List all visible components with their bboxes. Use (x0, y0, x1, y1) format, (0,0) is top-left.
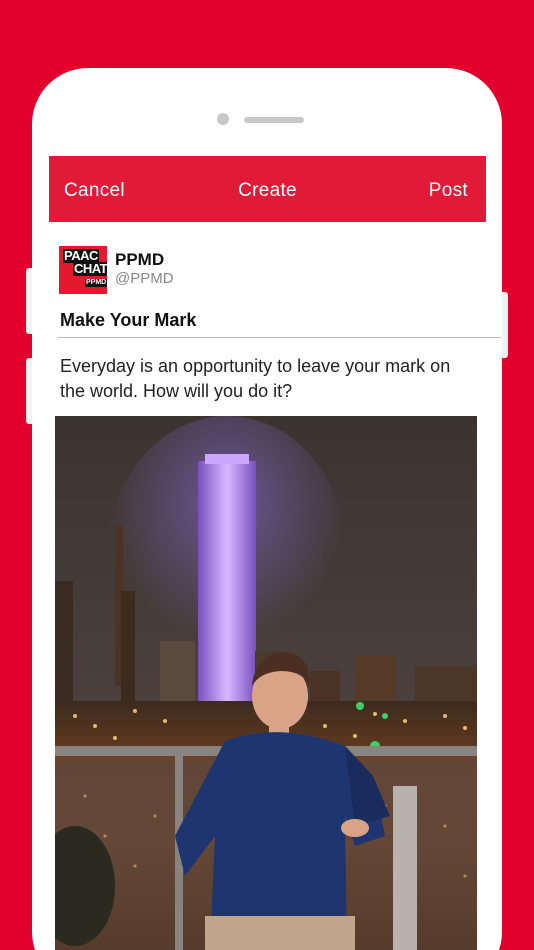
logo-text: CHATS (73, 262, 107, 276)
divider (58, 337, 501, 338)
account-name: PPMD (115, 250, 165, 269)
post-title[interactable]: Make Your Mark (60, 310, 196, 331)
post-photo[interactable] (55, 416, 477, 950)
phone-camera (217, 113, 229, 125)
nav-bar: Create Cancel Post (49, 156, 486, 222)
account-logo: PAAC CHATS PPMD (59, 246, 107, 294)
phone-speaker (244, 117, 304, 123)
cancel-button[interactable]: Cancel (64, 156, 125, 222)
phone-side-button (502, 292, 508, 358)
post-button[interactable]: Post (429, 156, 468, 222)
account-handle: @PPMD (115, 270, 174, 287)
post-body[interactable]: Everyday is an opportunity to leave your… (60, 354, 480, 404)
logo-text: PPMD (85, 279, 107, 287)
